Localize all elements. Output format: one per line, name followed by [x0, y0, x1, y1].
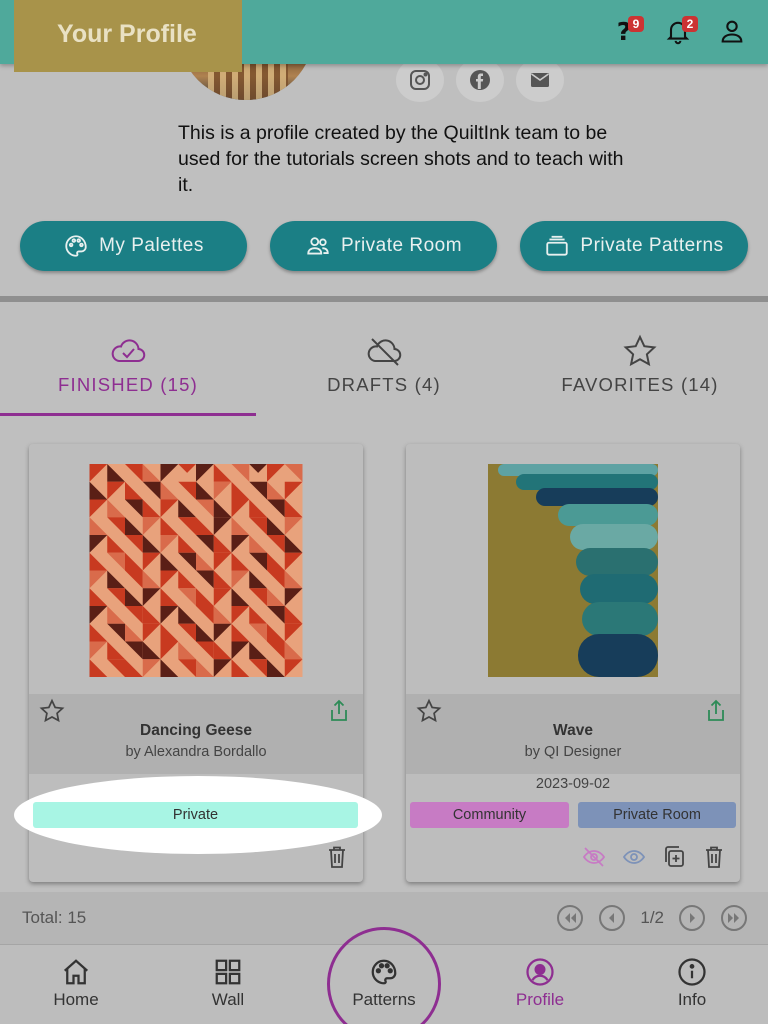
info-icon — [678, 958, 706, 986]
account-button[interactable] — [716, 14, 748, 48]
favorite-star-icon[interactable] — [39, 698, 65, 724]
group-icon — [307, 237, 329, 255]
instagram-button[interactable] — [396, 58, 444, 102]
my-palettes-button[interactable]: My Palettes — [20, 221, 247, 271]
total-count: Total: 15 — [22, 908, 87, 927]
nav-info-label: Info — [677, 990, 707, 1009]
community-tag: Community — [410, 802, 569, 828]
nav-profile[interactable]: Profile — [485, 957, 595, 1010]
wave-thumbnail — [488, 464, 658, 677]
pattern-card[interactable]: Wave by QI Designer 2023-09-02 Community… — [406, 444, 740, 882]
tab-finished[interactable]: FINISHED (15) — [40, 334, 216, 396]
star-icon — [623, 334, 657, 367]
private-room-button[interactable]: Private Room — [270, 221, 497, 271]
first-page-icon[interactable] — [556, 904, 584, 932]
help-button[interactable]: ? 9 — [608, 14, 644, 48]
nav-patterns[interactable]: Patterns — [329, 957, 439, 1010]
tab-drafts-label: DRAFTS (4) — [327, 374, 441, 395]
facebook-icon — [470, 70, 490, 90]
private-tag: Private — [33, 802, 358, 828]
my-palettes-label: My Palettes — [99, 235, 204, 256]
nav-wall[interactable]: Wall — [173, 957, 283, 1010]
palette-icon — [65, 235, 87, 257]
home-icon — [64, 959, 88, 985]
nav-home-label: Home — [53, 990, 99, 1009]
eye-icon[interactable] — [622, 844, 646, 870]
share-icon[interactable] — [327, 698, 351, 724]
profile-actions: My Palettes Private Room Private Pattern… — [20, 221, 750, 271]
nav-home[interactable]: Home — [21, 957, 131, 1010]
tab-drafts[interactable]: DRAFTS (4) — [298, 334, 470, 396]
pattern-thumbnail-area — [29, 444, 363, 694]
grid-icon — [215, 959, 241, 985]
pattern-tabs: FINISHED (15) DRAFTS (4) FAVORITES (14) — [0, 302, 768, 418]
page-indicator: 1/2 — [640, 908, 664, 927]
bottom-navigation: Home Wall Patterns Profile Info — [0, 944, 768, 1024]
card-actions — [325, 844, 349, 870]
email-button[interactable] — [516, 58, 564, 102]
active-tab-indicator — [0, 413, 256, 416]
last-page-icon[interactable] — [720, 904, 748, 932]
social-links — [396, 58, 564, 102]
nav-patterns-label: Patterns — [352, 990, 416, 1009]
top-icons: ? 9 2 — [608, 14, 748, 48]
card-title: Wave — [553, 722, 593, 739]
tab-finished-label: FINISHED (15) — [58, 374, 198, 395]
trash-icon[interactable] — [325, 844, 349, 870]
stack-icon — [546, 235, 569, 256]
card-date: 2023-09-02 — [535, 776, 611, 792]
pager: 1/2 — [556, 904, 748, 932]
dancing-geese-thumbnail — [89, 464, 303, 677]
palette-icon — [371, 959, 397, 985]
nav-info[interactable]: Info — [637, 957, 747, 1010]
card-actions — [582, 844, 726, 870]
private-room-label: Private Room — [340, 235, 463, 256]
private-room-tag: Private Room — [578, 802, 736, 828]
card-author: by QI Designer — [524, 744, 622, 760]
card-author: by Alexandra Bordallo — [125, 744, 267, 760]
user-icon — [721, 20, 743, 43]
eye-off-icon[interactable] — [582, 844, 606, 870]
pagination-bar: Total: 15 1/2 — [0, 892, 768, 944]
tab-favorites-label: FAVORITES (14) — [561, 374, 719, 395]
private-patterns-button[interactable]: Private Patterns — [520, 221, 748, 271]
tab-favorites[interactable]: FAVORITES (14) — [544, 334, 736, 396]
nav-wall-label: Wall — [211, 990, 245, 1009]
page-title: Your Profile — [14, 0, 242, 72]
cloud-check-icon — [111, 339, 146, 362]
notifications-button[interactable]: 2 — [662, 14, 698, 48]
account-circle-icon — [526, 958, 554, 986]
email-icon — [531, 73, 549, 87]
instagram-icon — [410, 70, 430, 90]
pattern-thumbnail-area — [406, 444, 740, 694]
cloud-off-icon — [367, 338, 402, 366]
favorite-star-icon[interactable] — [416, 698, 442, 724]
profile-bio: This is a profile created by the QuiltIn… — [178, 122, 624, 196]
help-badge: 9 — [628, 16, 644, 32]
notifications-badge: 2 — [682, 16, 698, 32]
facebook-button[interactable] — [456, 58, 504, 102]
trash-icon[interactable] — [702, 844, 726, 870]
nav-profile-label: Profile — [515, 990, 565, 1009]
share-icon[interactable] — [704, 698, 728, 724]
duplicate-icon[interactable] — [662, 844, 686, 870]
private-patterns-label: Private Patterns — [580, 235, 724, 256]
prev-page-icon[interactable] — [598, 904, 626, 932]
card-title: Dancing Geese — [140, 722, 252, 739]
next-page-icon[interactable] — [678, 904, 706, 932]
